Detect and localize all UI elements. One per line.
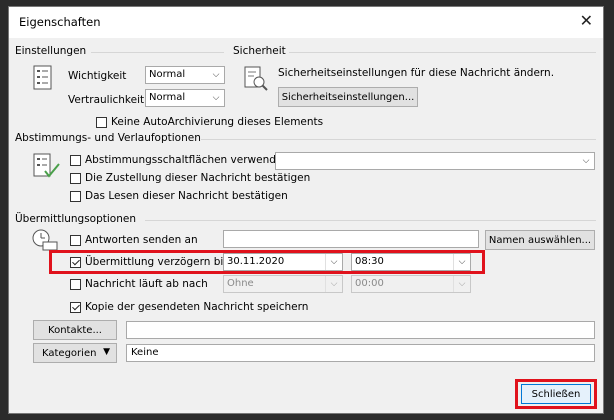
title-bar: Eigenschaften ✕ [9,7,603,38]
chevron-down-icon: ⌵ [330,279,338,289]
vertraulichkeit-label: Vertraulichkeit [68,94,145,106]
chevron-down-icon: ⌵ [330,257,338,267]
reply-to-label: Antworten senden an [85,234,198,246]
voting-buttons-checkbox[interactable] [70,155,81,166]
save-copy-checkbox[interactable] [70,302,81,313]
security-settings-button[interactable]: Sicherheitseinstellungen... [278,87,418,107]
close-button[interactable]: Schließen [521,384,591,404]
read-receipt-checkbox[interactable] [70,191,81,202]
security-icon [244,66,268,91]
chevron-down-icon: ⌵ [458,279,466,289]
sicherheit-group-label: Sicherheit [233,45,286,57]
save-copy-label: Kopie der gesendeten Nachricht speichern [85,301,309,313]
delay-delivery-checkbox[interactable] [70,257,81,268]
no-autoarchive-checkbox[interactable] [96,117,107,128]
divider [145,220,596,221]
contacts-input[interactable] [126,321,595,339]
wichtigkeit-label: Wichtigkeit [68,70,127,82]
expires-label: Nachricht läuft ab nach [85,278,208,290]
divider [201,139,596,140]
close-icon[interactable]: ✕ [580,11,593,30]
delay-time-select[interactable]: 08:30 ⌵ [351,253,471,271]
no-autoarchive-label: Keine AutoArchivierung dieses Elements [111,116,324,128]
abstimmung-group-label: Abstimmungs- und Verlaufoptionen [15,132,201,144]
delivery-receipt-label: Die Zustellung dieser Nachricht bestätig… [85,172,311,184]
categories-button-label: Kategorien [42,347,97,359]
reply-to-checkbox[interactable] [70,235,81,246]
wichtigkeit-value: Normal [149,69,186,80]
delay-time-value: 08:30 [355,256,384,267]
categories-button[interactable]: Kategorien ▼ [33,343,117,363]
delivery-clock-icon [32,229,58,251]
chevron-down-icon: ⌵ [582,156,590,166]
chevron-down-icon: ⌵ [458,257,466,267]
vertraulichkeit-value: Normal [149,92,186,103]
voting-buttons-label: Abstimmungsschaltflächen verwenden [85,154,290,166]
chevron-down-icon: ⌵ [212,93,220,103]
einstellungen-group-label: Einstellungen [15,45,87,57]
voting-buttons-select[interactable]: ⌵ [275,152,595,170]
uebermittlung-group-label: Übermittlungsoptionen [15,213,137,225]
expires-time-select: 00:00 ⌵ [351,275,471,293]
read-receipt-label: Das Lesen dieser Nachricht bestätigen [85,190,288,202]
dialog-title: Eigenschaften [19,15,101,29]
caret-down-icon: ▼ [103,347,110,357]
categories-input: Keine [126,344,595,362]
expires-date-select: Ohne ⌵ [223,275,343,293]
properties-dialog: Eigenschaften ✕ Einstellungen Wichtigkei… [8,6,604,414]
chevron-down-icon: ⌵ [212,70,220,80]
select-names-button[interactable]: Namen auswählen... [485,230,595,250]
expires-checkbox[interactable] [70,279,81,290]
properties-icon [33,65,52,90]
delay-delivery-label: Übermittlung verzögern bis [85,256,229,268]
expires-date-value: Ohne [227,278,254,289]
reply-to-input[interactable] [223,230,479,248]
categories-value: Keine [131,347,159,358]
security-description: Sicherheitseinstellungen für diese Nachr… [278,67,555,79]
contacts-button[interactable]: Kontakte... [33,320,117,340]
vertraulichkeit-select[interactable]: Normal ⌵ [145,89,225,107]
expires-time-value: 00:00 [355,278,384,289]
wichtigkeit-select[interactable]: Normal ⌵ [145,66,225,84]
delay-date-value: 30.11.2020 [227,256,285,267]
voting-icon [33,153,60,178]
divider [91,52,224,53]
delivery-receipt-checkbox[interactable] [70,173,81,184]
divider [289,52,596,53]
delay-date-select[interactable]: 30.11.2020 ⌵ [223,253,343,271]
